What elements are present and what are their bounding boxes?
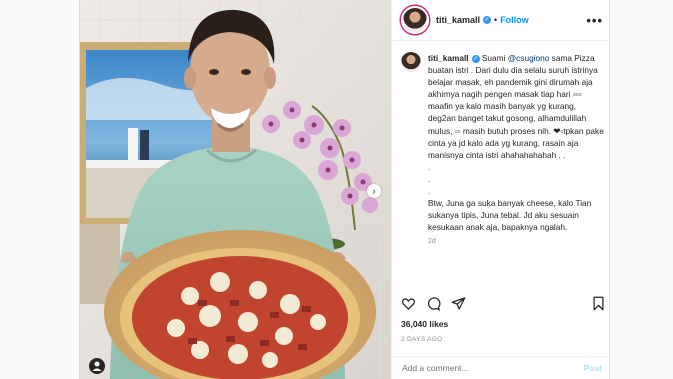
verified-icon: ✓ (471, 55, 480, 63)
post-side-panel: titi_kamall ✓ • Follow ••• titi_kamall ✓ … (391, 0, 609, 379)
verified-icon: ✓ (483, 16, 492, 24)
follow-button[interactable]: Follow (500, 15, 529, 25)
share-icon[interactable] (451, 296, 466, 311)
avatar[interactable] (401, 6, 429, 34)
action-bar (401, 296, 606, 311)
caption: titi_kamall ✓ Suami @csugiono sama Pizza … (401, 52, 604, 292)
caption-lead: Suami (479, 53, 508, 63)
chevron-right-icon[interactable]: › (367, 184, 381, 198)
mention-link[interactable]: @csugiono (508, 53, 550, 63)
tag-user-icon[interactable] (89, 358, 105, 374)
post-header: titi_kamall ✓ • Follow ••• (392, 0, 609, 41)
comment-icon[interactable] (426, 296, 441, 311)
caption-username[interactable]: titi_kamall (428, 53, 469, 63)
photo-illustration (80, 0, 391, 379)
instagram-post-card: › titi_kamall ✓ • Follow ••• titi_kamall… (79, 0, 610, 379)
caption-avatar[interactable] (401, 52, 421, 72)
bookmark-icon[interactable] (591, 296, 606, 311)
comment-input[interactable] (402, 363, 584, 373)
post-date[interactable]: 2 DAYS AGO (401, 336, 443, 343)
caption-body: sama Pizza buatan istri . Dari dulu dia … (428, 53, 604, 233)
separator-dot: • (494, 15, 498, 25)
post-comment-button[interactable]: Post (584, 363, 602, 373)
post-photo[interactable]: › (80, 0, 391, 379)
more-options-icon[interactable]: ••• (586, 13, 603, 28)
caption-text: titi_kamall ✓ Suami @csugiono sama Pizza … (428, 52, 604, 292)
caption-timestamp[interactable]: 2d (428, 236, 604, 248)
heart-icon[interactable] (401, 296, 416, 311)
username-link[interactable]: titi_kamall (436, 15, 480, 25)
comment-bar: Post (392, 356, 609, 379)
likes-count[interactable]: 36,040 likes (401, 319, 448, 329)
